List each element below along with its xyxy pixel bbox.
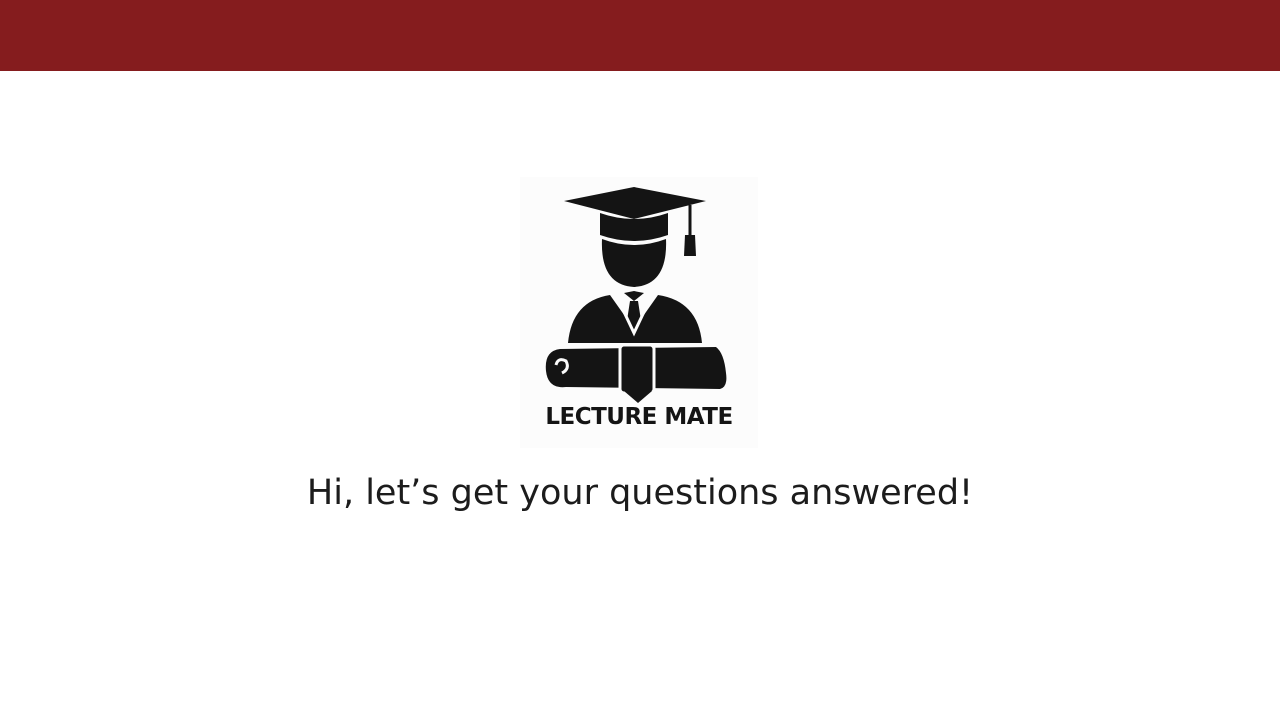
logo-text: LECTURE MATE — [545, 404, 733, 430]
greeting-heading: Hi, let’s get your questions answered! — [306, 473, 974, 513]
lecture-mate-logo: LECTURE MATE — [520, 177, 758, 448]
top-bar — [0, 0, 1280, 71]
